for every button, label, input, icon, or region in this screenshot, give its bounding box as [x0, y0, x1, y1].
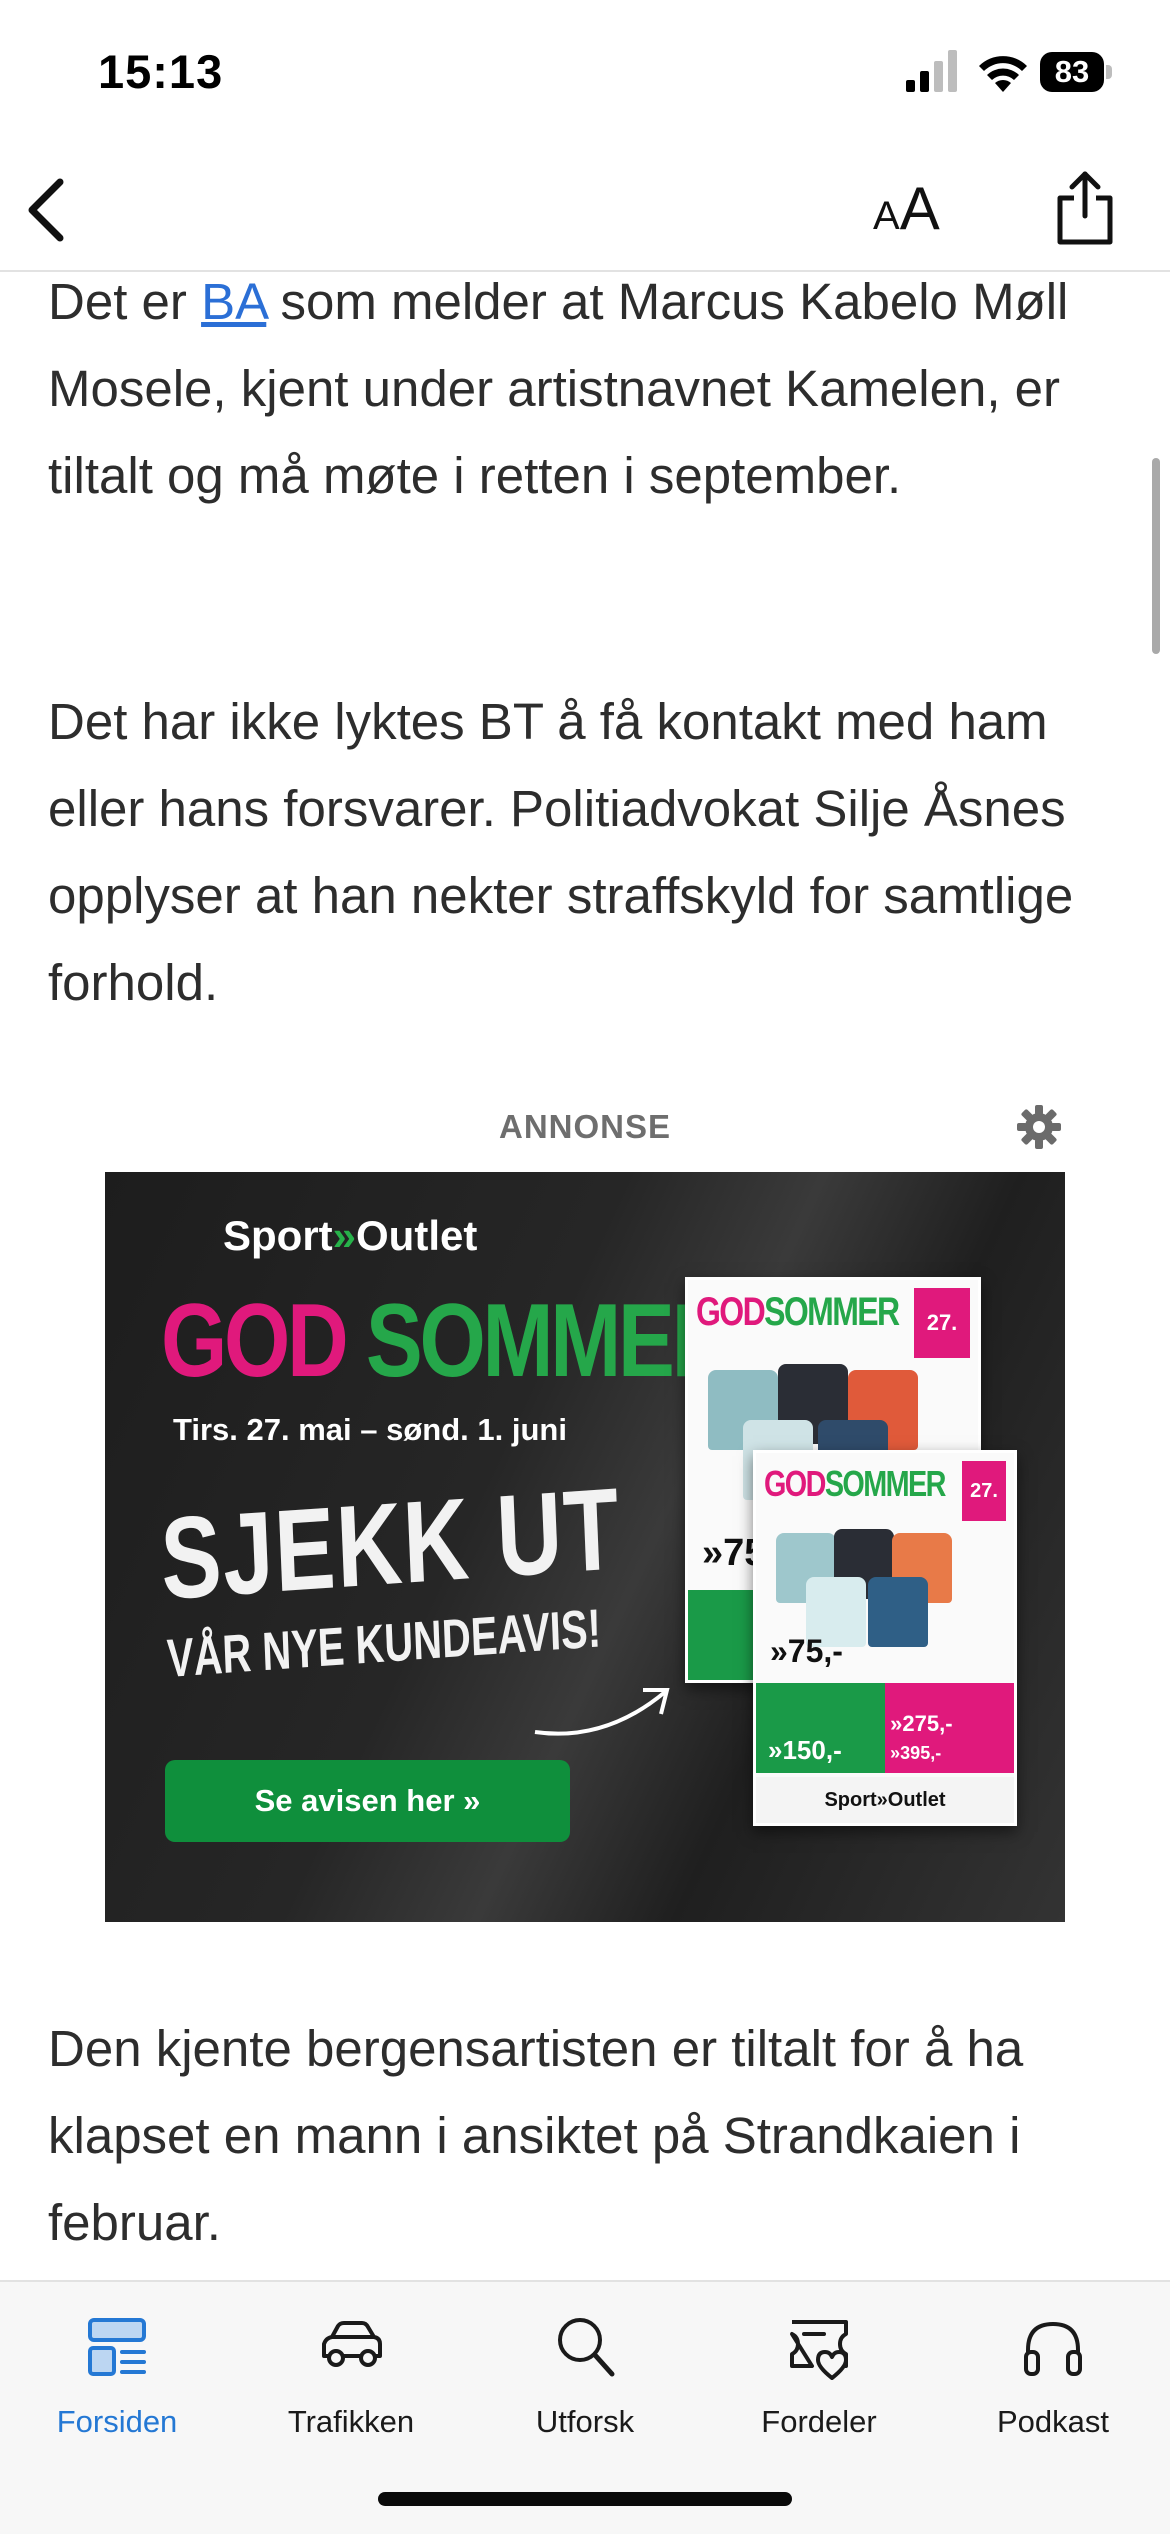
article-paragraph-3: Den kjente bergensartisten er tiltalt fo…	[48, 2020, 1024, 2251]
ad-label: ANNONSE	[498, 1108, 672, 1145]
search-icon	[558, 2318, 615, 2377]
headphones-icon	[1024, 2321, 1082, 2376]
text-size-button[interactable]: AA	[873, 174, 940, 244]
share-icon[interactable]	[1050, 168, 1120, 248]
tab-label: Podkast	[996, 2404, 1109, 2439]
wifi-icon	[979, 56, 1027, 92]
article-paragraph-2: Det har ikke lyktes BT å få kontakt med …	[48, 693, 1074, 1011]
article-toolbar: AA	[0, 150, 1170, 272]
tab-podkast[interactable]: Podkast	[936, 2282, 1170, 2442]
cellular-signal-icon	[906, 50, 957, 92]
text-size-big-label: A	[899, 175, 940, 242]
tab-label: Trafikken	[287, 2404, 415, 2439]
source-link-ba[interactable]: BA	[201, 273, 266, 330]
ad-headline: GOD SOMMER	[161, 1283, 733, 1399]
tab-label: Utforsk	[535, 2404, 635, 2439]
text-size-small-label: A	[873, 194, 900, 238]
advertisement-banner[interactable]: Sport»Outlet GOD SOMMER Tirs. 27. mai – …	[105, 1172, 1065, 1922]
battery-level: 83	[1040, 52, 1104, 92]
article-paragraph-1: Det er BA som melder at Marcus Kabelo Mø…	[48, 258, 1118, 519]
ad-arrow-icon	[534, 1688, 670, 1736]
ad-flyer-front: GODSOMMER 27. »75,- »150,- »275,- »395,-…	[753, 1450, 1017, 1826]
tab-utforsk[interactable]: Utforsk	[468, 2282, 702, 2442]
back-chevron-icon[interactable]	[18, 170, 78, 250]
tab-label: Fordeler	[761, 2404, 877, 2439]
car-icon	[322, 2321, 382, 2367]
ticket-heart-icon	[790, 2320, 848, 2380]
ad-settings-gear-icon[interactable]	[1016, 1104, 1062, 1150]
paragraph-text: Det er	[48, 273, 202, 330]
ad-cta-button[interactable]: Se avisen her »	[165, 1760, 570, 1842]
tab-fordeler[interactable]: Fordeler	[702, 2282, 936, 2442]
battery-icon: 83	[1040, 52, 1114, 92]
tab-forsiden[interactable]: Forsiden	[0, 2282, 234, 2442]
status-bar: 15:13 83	[0, 0, 1170, 150]
ad-dates: Tirs. 27. mai – sønd. 1. juni	[173, 1412, 567, 1447]
tab-trafikken[interactable]: Trafikken	[234, 2282, 468, 2442]
ad-brand-logo: Sport»Outlet	[223, 1212, 478, 1259]
status-time: 15:13	[98, 45, 224, 98]
home-indicator	[378, 2492, 792, 2506]
scroll-indicator[interactable]	[1152, 458, 1160, 654]
home-feed-icon	[88, 2318, 146, 2376]
tab-label: Forsiden	[56, 2404, 178, 2439]
